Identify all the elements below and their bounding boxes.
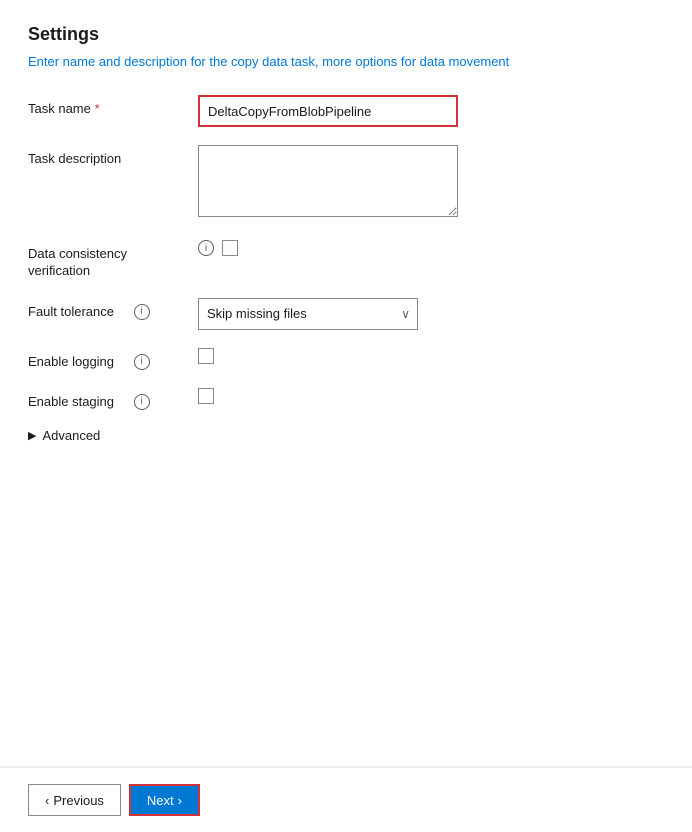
next-button[interactable]: Next › (129, 784, 200, 816)
enable-staging-checkbox[interactable] (198, 388, 214, 404)
data-consistency-info-icon[interactable]: i (198, 240, 214, 256)
fault-tolerance-label: Fault tolerance i (28, 298, 198, 320)
next-button-label: Next (147, 793, 174, 808)
task-description-input[interactable] (198, 145, 458, 217)
fault-tolerance-select[interactable]: Skip missing files None Skip incompatibl… (198, 298, 418, 330)
task-name-label: Task name * (28, 95, 198, 116)
advanced-chevron-icon: ▶ (28, 429, 36, 442)
data-consistency-label: Data consistencyverification (28, 240, 198, 280)
advanced-label: Advanced (42, 428, 100, 443)
footer: ‹ Previous Next › (0, 767, 692, 832)
previous-button[interactable]: ‹ Previous (28, 784, 121, 816)
next-chevron-icon: › (178, 793, 182, 808)
task-name-input[interactable] (198, 95, 458, 127)
enable-logging-checkbox[interactable] (198, 348, 214, 364)
fault-tolerance-info-icon[interactable]: i (134, 304, 150, 320)
enable-staging-label: Enable staging i (28, 388, 198, 410)
task-description-label: Task description (28, 145, 198, 166)
fault-tolerance-select-wrapper: Skip missing files None Skip incompatibl… (198, 298, 418, 330)
data-consistency-checkbox[interactable] (222, 240, 238, 256)
advanced-section-toggle[interactable]: ▶ Advanced (28, 428, 664, 443)
previous-chevron-icon: ‹ (45, 793, 49, 808)
previous-button-label: Previous (53, 793, 104, 808)
page-title: Settings (28, 24, 664, 45)
enable-logging-label: Enable logging i (28, 348, 198, 370)
enable-staging-info-icon[interactable]: i (134, 394, 150, 410)
enable-logging-info-icon[interactable]: i (134, 354, 150, 370)
page-subtitle: Enter name and description for the copy … (28, 53, 664, 71)
